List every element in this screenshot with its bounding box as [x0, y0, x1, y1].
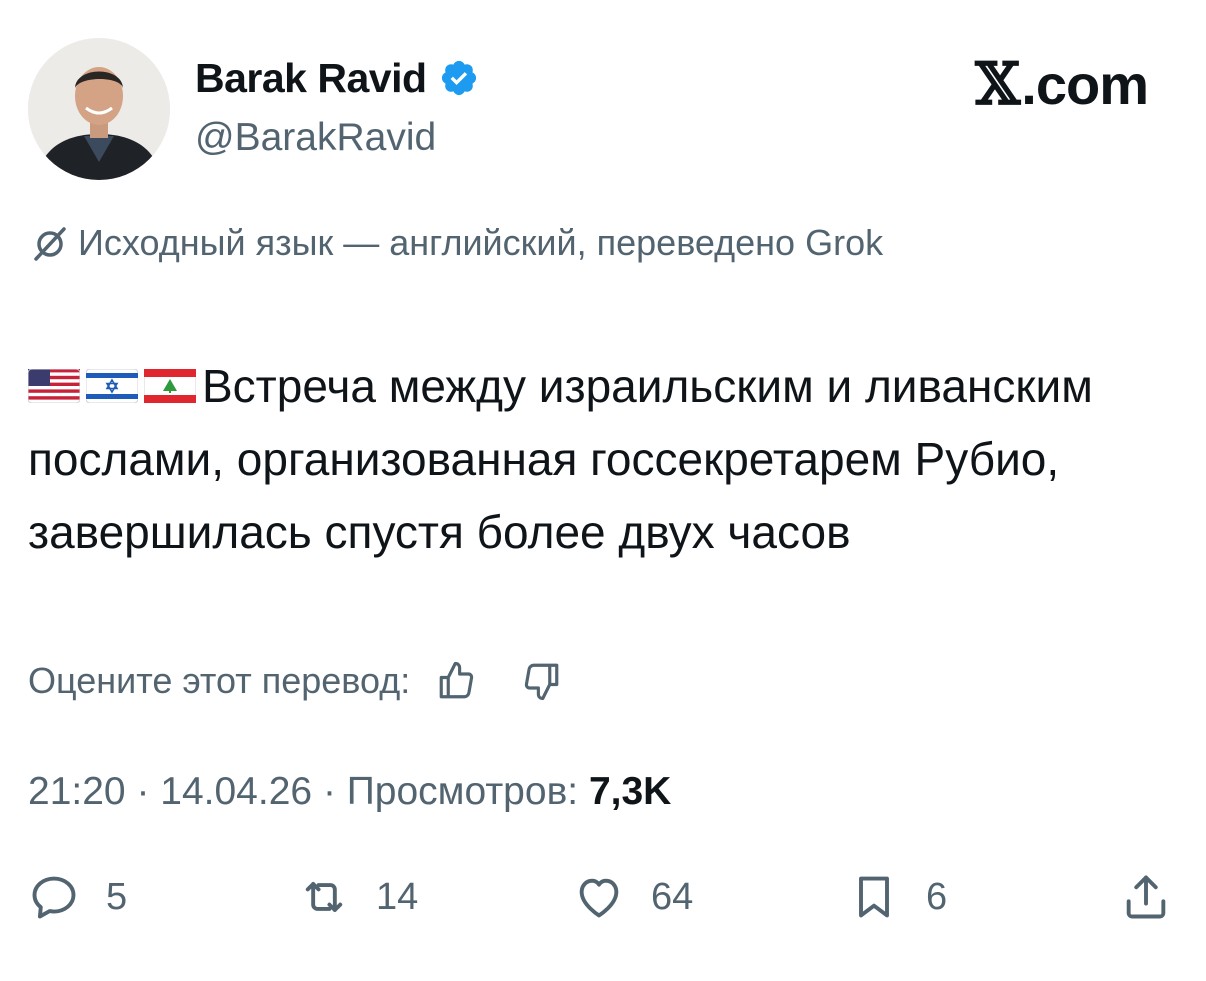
reply-count: 5	[106, 875, 128, 918]
us-flag-icon	[28, 368, 80, 403]
bookmark-button[interactable]: 6	[848, 865, 947, 929]
share-icon	[1126, 875, 1166, 919]
tweet-date[interactable]: 14.04.26	[160, 770, 312, 813]
rate-translation: Оцените этот перевод:	[28, 660, 562, 702]
share-button[interactable]	[1120, 865, 1198, 929]
bookmark-icon	[859, 876, 889, 918]
author-handle[interactable]: @BarakRavid	[195, 116, 436, 160]
repost-button[interactable]: 14	[298, 865, 418, 929]
reply-icon	[32, 876, 76, 919]
rate-translation-label: Оцените этот перевод:	[28, 660, 411, 701]
action-bar: 5 14 64 6	[28, 865, 1178, 929]
israel-flag-icon	[86, 368, 138, 403]
lebanon-flag-icon	[144, 368, 196, 403]
views-count: 7,3K	[588, 770, 672, 813]
verified-badge-icon	[441, 60, 476, 96]
like-button[interactable]: 64	[573, 865, 693, 929]
like-count: 64	[651, 875, 694, 918]
translation-notice[interactable]: Исходный язык — английский, переведено G…	[30, 222, 883, 264]
meta-separator: ·	[136, 770, 161, 813]
avatar[interactable]	[28, 38, 170, 180]
author-name[interactable]: Barak Ravid	[195, 55, 427, 102]
site-logo: 𝕏 .com	[975, 50, 1149, 118]
tweet-text: Встреча между израильским и ливанским по…	[28, 350, 1178, 569]
tweet-meta: 21:20 · 14.04.26 · Просмотров: 7,3K	[28, 770, 671, 814]
heart-icon	[579, 878, 619, 918]
avatar-image	[28, 38, 170, 180]
site-logo-suffix: .com	[1021, 52, 1149, 116]
grok-icon	[34, 227, 66, 261]
thumbs-up-icon[interactable]	[436, 660, 478, 702]
meta-separator: ·	[322, 770, 347, 813]
tweet-time[interactable]: 21:20	[28, 770, 126, 813]
bookmark-count: 6	[926, 875, 948, 918]
repost-icon	[305, 882, 343, 912]
reply-button[interactable]: 5	[28, 865, 127, 929]
views-label: Просмотров:	[346, 770, 579, 813]
thumbs-down-icon[interactable]	[520, 660, 562, 702]
author-row: Barak Ravid	[195, 52, 479, 104]
translation-notice-text: Исходный язык — английский, переведено G…	[78, 222, 884, 263]
repost-count: 14	[376, 875, 419, 918]
x-logo-icon: 𝕏	[975, 50, 1020, 118]
